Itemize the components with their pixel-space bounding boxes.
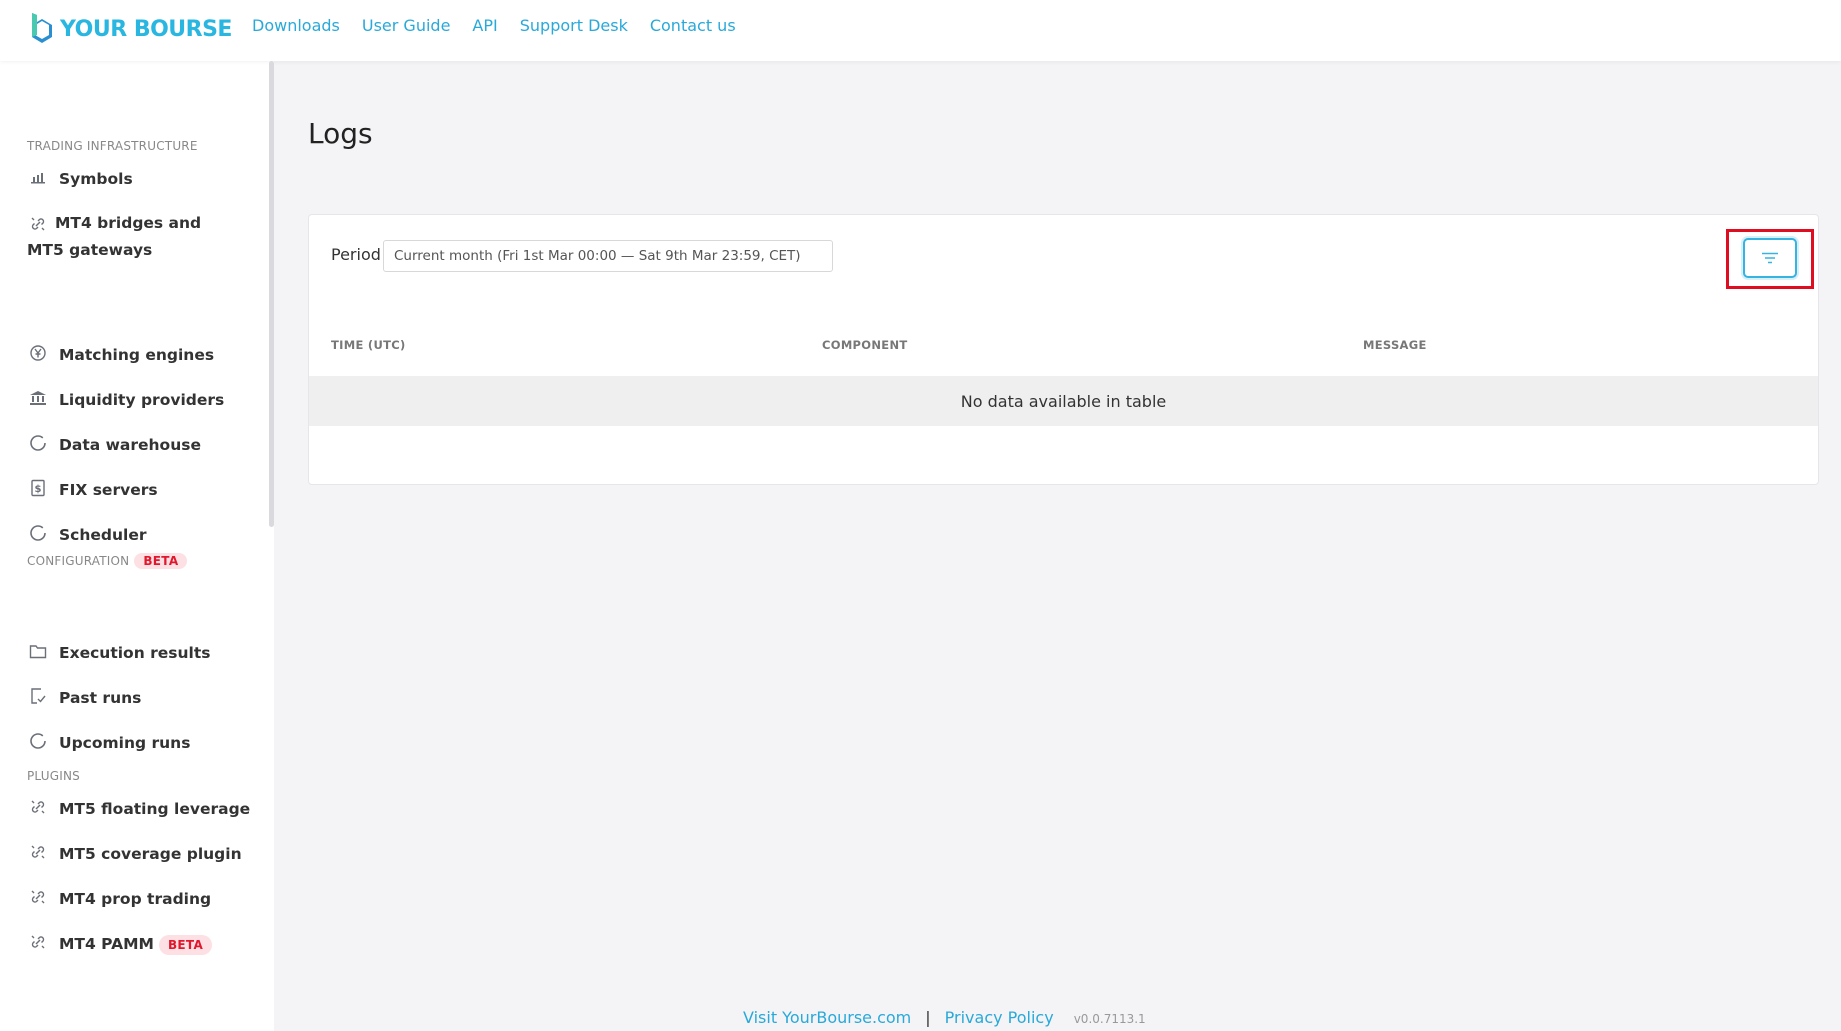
sidebar-item-upcoming-runs[interactable]: Upcoming runs [27, 730, 257, 757]
link-icon [27, 841, 49, 863]
nav-support-desk[interactable]: Support Desk [520, 16, 628, 35]
sidebar-item-label: Symbols [59, 170, 133, 188]
page-title: Logs [308, 117, 373, 150]
bank-icon [27, 387, 49, 409]
sidebar-item-mt4-pamm[interactable]: MT4 PAMM BETA [27, 931, 257, 958]
section-title-label: PLUGINS [27, 769, 80, 783]
beta-badge: BETA [158, 935, 213, 955]
nav-contact-us[interactable]: Contact us [650, 16, 736, 35]
circle-icon [27, 730, 49, 752]
link-icon [27, 931, 49, 953]
filter-button[interactable] [1743, 238, 1797, 278]
bar-chart-icon [27, 166, 49, 188]
sidebar-item-label: Execution results [59, 644, 211, 662]
link-icon [27, 796, 49, 818]
sidebar-item-label: Liquidity providers [59, 391, 225, 409]
sidebar-item-label: MT5 coverage plugin [59, 845, 242, 863]
sidebar-item-mt4-bridges[interactable]: MT4 bridges and MT5 gateways [27, 210, 237, 264]
sidebar-item-label: MT4 prop trading [59, 890, 212, 908]
section-title-trading-infrastructure: TRADING INFRASTRUCTURE [27, 139, 198, 153]
check-document-icon [27, 685, 49, 707]
logs-card: Period Current month (Fri 1st Mar 00:00 … [308, 214, 1819, 485]
circle-icon [27, 522, 49, 544]
top-nav: Downloads User Guide API Support Desk Co… [252, 16, 758, 35]
sidebar-item-past-runs[interactable]: Past runs [27, 685, 257, 712]
brand-name: YOUR BOURSE [60, 16, 232, 42]
folder-icon [27, 640, 49, 662]
sidebar-item-mt4-prop-trading[interactable]: MT4 prop trading [27, 886, 257, 913]
column-header-message[interactable]: MESSAGE [1363, 338, 1427, 352]
sidebar-item-matching-engines[interactable]: Matching engines [27, 342, 257, 369]
logo[interactable]: YOUR BOURSE [28, 10, 232, 48]
nav-downloads[interactable]: Downloads [252, 16, 340, 35]
nav-api[interactable]: API [472, 16, 497, 35]
document-dollar-icon: $ [27, 477, 49, 499]
sidebar-item-label: Upcoming runs [59, 734, 191, 752]
sidebar-item-fix-servers[interactable]: $ FIX servers [27, 477, 257, 504]
sidebar-item-scheduler[interactable]: Scheduler [27, 522, 257, 549]
period-input[interactable]: Current month (Fri 1st Mar 00:00 — Sat 9… [383, 240, 833, 272]
footer-separator: | [925, 1008, 931, 1027]
column-header-component[interactable]: COMPONENT [822, 338, 908, 352]
svg-text:$: $ [35, 484, 42, 495]
footer: Visit YourBourse.com | Privacy Policy v0… [743, 1008, 1146, 1027]
empty-message: No data available in table [960, 391, 1167, 411]
empty-table-row: No data available in table [309, 376, 1818, 426]
sidebar-item-label: MT4 bridges and MT5 gateways [27, 214, 202, 259]
section-title-label: CONFIGURATION [27, 554, 130, 568]
sidebar-item-label: Past runs [59, 689, 142, 707]
link-icon [27, 213, 49, 235]
beta-badge: BETA [134, 553, 188, 569]
link-icon [27, 886, 49, 908]
sidebar-scrollbar[interactable] [269, 61, 274, 527]
top-bar: YOUR BOURSE Downloads User Guide API Sup… [0, 0, 1841, 61]
filter-icon [1761, 249, 1779, 268]
sidebar-item-symbols[interactable]: Symbols [27, 166, 257, 193]
sidebar-item-data-warehouse[interactable]: Data warehouse [27, 432, 257, 459]
nav-user-guide[interactable]: User Guide [362, 16, 451, 35]
sidebar-item-mt5-coverage-plugin[interactable]: MT5 coverage plugin [27, 841, 257, 868]
period-label: Period [331, 245, 381, 264]
sidebar-item-label: Data warehouse [59, 436, 201, 454]
section-title-configuration: CONFIGURATION BETA [27, 553, 188, 569]
section-title-label: TRADING INFRASTRUCTURE [27, 139, 198, 153]
sidebar: TRADING INFRASTRUCTURE Symbols MT4 bridg… [0, 61, 274, 1031]
privacy-policy-link[interactable]: Privacy Policy [945, 1008, 1054, 1027]
version-label: v0.0.7113.1 [1073, 1012, 1146, 1026]
logo-mark-icon [28, 11, 56, 47]
sidebar-item-mt5-floating-leverage[interactable]: MT5 floating leverage [27, 796, 257, 823]
yen-coin-icon [27, 342, 49, 364]
circle-icon [27, 432, 49, 454]
sidebar-item-label: FIX servers [59, 481, 158, 499]
visit-yourbourse-link[interactable]: Visit YourBourse.com [743, 1008, 911, 1027]
sidebar-item-label: Scheduler [59, 526, 147, 544]
sidebar-item-liquidity-providers[interactable]: Liquidity providers [27, 387, 257, 414]
section-title-plugins: PLUGINS [27, 769, 80, 783]
sidebar-item-label: Matching engines [59, 346, 215, 364]
sidebar-item-label: MT5 floating leverage [59, 800, 251, 818]
sidebar-item-execution-results[interactable]: Execution results [27, 640, 257, 667]
column-header-time[interactable]: TIME (UTC) [331, 338, 406, 352]
sidebar-item-label: MT4 PAMM [59, 935, 154, 953]
